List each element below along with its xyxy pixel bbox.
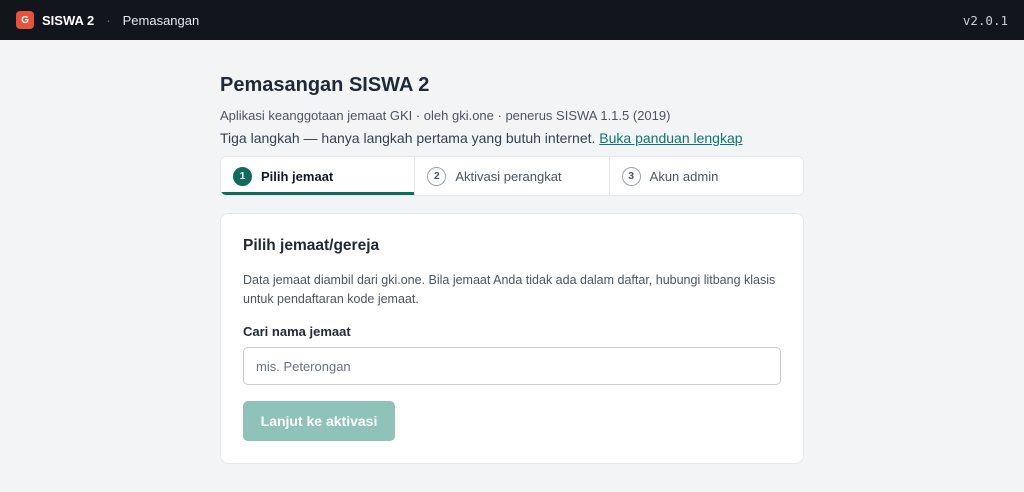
step-akun-admin[interactable]: 3 Akun admin: [610, 157, 803, 195]
main-content: Pemasangan SISWA 2 Aplikasi keanggotaan …: [220, 40, 804, 464]
stepper: 1 Pilih jemaat 2 Aktivasi perangkat 3 Ak…: [220, 156, 804, 196]
page-subtitle: Aplikasi keanggotaan jemaat GKI · oleh g…: [220, 108, 671, 123]
guide-link[interactable]: Buka panduan lengkap: [599, 130, 742, 146]
app-name: SISWA 2: [42, 12, 95, 28]
step-label: Aktivasi perangkat: [455, 168, 562, 184]
intro-text: Tiga langkah — hanya langkah pertama yan…: [220, 128, 804, 148]
select-congregation-card: Pilih jemaat/gereja Data jemaat diambil …: [220, 213, 804, 464]
step-number: 3: [621, 166, 641, 186]
breadcrumb-separator: ·: [106, 12, 111, 28]
step-number: 2: [427, 166, 447, 186]
step-pilih-jemaat[interactable]: 1 Pilih jemaat: [221, 157, 416, 195]
card-description: Data jemaat diambil dari gki.one. Bila j…: [243, 273, 776, 306]
card-title: Pilih jemaat/gereja: [243, 237, 380, 254]
next-to-activation-button[interactable]: Lanjut ke aktivasi: [243, 401, 395, 441]
step-aktivasi-perangkat[interactable]: 2 Aktivasi perangkat: [415, 157, 610, 195]
congregation-search-input[interactable]: [243, 347, 781, 385]
top-bar: G SISWA 2 · Pemasangan v2.0.1: [0, 0, 1024, 40]
search-label: Cari nama jemaat: [243, 324, 351, 339]
version-label: v2.0.1: [962, 12, 1008, 28]
intro-message: Tiga langkah — hanya langkah pertama yan…: [220, 130, 596, 146]
page-title: Pemasangan SISWA 2: [220, 74, 430, 96]
step-label: Akun admin: [649, 168, 719, 184]
step-number: 1: [233, 166, 252, 186]
breadcrumb-current: Pemasangan: [122, 12, 200, 28]
app-logo: G: [16, 11, 34, 29]
step-label: Pilih jemaat: [261, 168, 334, 184]
